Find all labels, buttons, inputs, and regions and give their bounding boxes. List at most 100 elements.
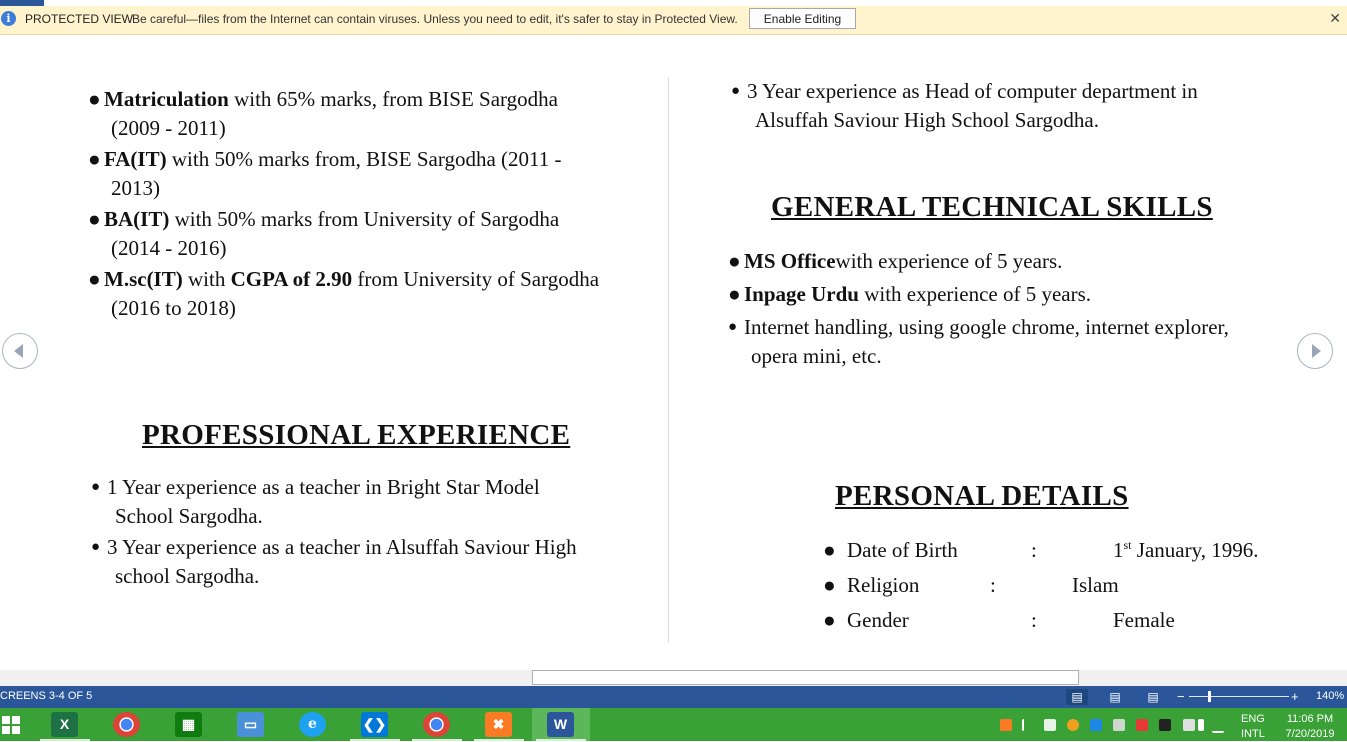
personal-details-heading: PERSONAL DETAILS — [835, 480, 1129, 512]
status-bar: CREENS 3-4 OF 5 ▤ ▤ ▤ − + 140% — [0, 686, 1347, 708]
zoom-slider-thumb[interactable] — [1208, 691, 1211, 702]
skill-item: ● MS Officewith experience of 5 years. — [728, 247, 1062, 276]
experience-item: ● 3 Year experience as Head of computer … — [731, 77, 1198, 135]
next-screen-button[interactable] — [1297, 333, 1333, 369]
network-device-icon[interactable] — [1159, 719, 1171, 731]
skill-name: MS Office — [744, 249, 836, 273]
degree-detail: with 50% marks from University of Sargod… — [169, 207, 560, 231]
arrow-right-icon — [1312, 344, 1321, 358]
zoom-level[interactable]: 140% — [1316, 690, 1344, 702]
personal-value: Islam — [1072, 573, 1119, 597]
document-reading-view: ● Matriculation with 65% marks, from BIS… — [0, 35, 1347, 670]
taskbar-app-internet-explorer[interactable]: e — [284, 708, 342, 741]
device-icon[interactable] — [1113, 719, 1125, 731]
bullet-icon: ● — [91, 539, 101, 555]
app-tray-icon[interactable] — [1136, 719, 1148, 731]
taskbar-app-word[interactable]: W — [532, 708, 590, 741]
personal-value-text: January, 1996. — [1131, 538, 1259, 562]
screen-counter: CREENS 3-4 OF 5 — [0, 690, 93, 702]
degree-detail: from University of Sargodha — [352, 267, 600, 291]
internet-explorer-icon: e — [299, 712, 326, 737]
technical-skills-heading: GENERAL TECHNICAL SKILLS — [771, 191, 1213, 223]
bullet-icon: ● — [88, 207, 101, 231]
personal-value-sup: st — [1123, 538, 1132, 552]
experience-text: Alsuffah Saviour High School Sargodha. — [755, 108, 1099, 132]
system-tray: ENG INTL 11:06 PM 7/20/2019 — [995, 708, 1347, 741]
taskbar-app-chrome[interactable] — [98, 708, 156, 741]
taskbar-app-excel[interactable]: X — [36, 708, 94, 741]
zoom-out-button[interactable]: − — [1177, 689, 1185, 704]
excel-icon: X — [51, 712, 78, 737]
personal-separator: : — [1031, 608, 1037, 632]
update-icon[interactable] — [1067, 719, 1079, 731]
print-layout-icon[interactable]: ▤ — [1104, 689, 1126, 705]
skill-detail: Internet handling, using google chrome, … — [744, 315, 1229, 339]
protected-view-bar: i PROTECTED VIEW Be careful—files from t… — [0, 6, 1347, 35]
bullet-icon: ● — [728, 249, 741, 273]
cgpa: CGPA of 2.90 — [230, 267, 353, 291]
vscode-icon: ❮❯ — [361, 712, 388, 737]
flag-icon[interactable] — [1022, 719, 1036, 731]
skill-item: ● Internet handling, using google chrome… — [728, 313, 1229, 371]
professional-experience-heading: PROFESSIONAL EXPERIENCE — [142, 419, 571, 451]
bullet-icon: ● — [823, 573, 836, 597]
web-layout-icon[interactable]: ▤ — [1142, 689, 1164, 705]
experience-text: school Sargodha. — [115, 564, 260, 588]
taskbar-app-xampp[interactable]: ✖ — [470, 708, 528, 741]
degree-years: (2016 to 2018) — [111, 296, 236, 320]
read-mode-icon[interactable]: ▤ — [1066, 689, 1088, 705]
clock[interactable]: 11:06 PM 7/20/2019 — [1282, 712, 1338, 742]
language-code: ENG — [1241, 713, 1265, 725]
degree-detail: with 50% marks from, BISE Sargodha (2011… — [166, 147, 562, 171]
volume-icon[interactable] — [1044, 719, 1056, 731]
taskbar-app-this-pc[interactable]: ▭ — [222, 708, 280, 741]
zoom-slider[interactable] — [1189, 696, 1289, 697]
xampp-tray-icon[interactable] — [1000, 719, 1012, 731]
bullet-icon: ● — [731, 83, 741, 99]
personal-separator: : — [1031, 538, 1037, 562]
keyboard-layout: INTL — [1241, 728, 1265, 740]
start-button[interactable] — [0, 708, 30, 741]
personal-label: Date of Birth — [847, 538, 958, 562]
degree-detail: with — [182, 267, 231, 291]
cloud-icon[interactable] — [1090, 719, 1102, 731]
experience-text: 3 Year experience as a teacher in Alsuff… — [107, 535, 577, 559]
personal-separator: : — [990, 573, 996, 597]
degree-years: 2013) — [111, 176, 160, 200]
taskbar-app-store[interactable]: ▦ — [160, 708, 218, 741]
skill-item: ● Inpage Urdu with experience of 5 years… — [728, 280, 1091, 309]
bullet-icon: ● — [728, 282, 741, 306]
info-icon: i — [1, 11, 16, 26]
previous-screen-button[interactable] — [2, 333, 38, 369]
degree-years: (2014 - 2016) — [111, 236, 227, 260]
degree-name: Matriculation — [104, 87, 229, 111]
battery-icon[interactable] — [1198, 719, 1204, 731]
education-item: ● BA(IT) with 50% marks from University … — [88, 205, 559, 263]
clock-date: 7/20/2019 — [1285, 728, 1335, 740]
personal-label: Gender — [847, 608, 909, 632]
bullet-icon: ● — [91, 479, 101, 495]
personal-label: Religion — [847, 573, 920, 597]
bullet-icon: ● — [88, 147, 101, 171]
education-item: ● Matriculation with 65% marks, from BIS… — [88, 85, 558, 143]
chrome-icon — [113, 712, 140, 737]
zoom-in-button[interactable]: + — [1291, 689, 1299, 704]
signal-icon[interactable] — [1212, 719, 1224, 733]
personal-value-num: 1 — [1113, 538, 1124, 562]
protected-view-title: PROTECTED VIEW — [25, 12, 134, 26]
horizontal-scrollbar[interactable] — [532, 670, 1079, 685]
taskbar-app-chrome-2[interactable] — [408, 708, 466, 741]
page-divider — [668, 77, 669, 643]
computer-icon: ▭ — [237, 712, 264, 737]
skill-detail: with experience of 5 years. — [858, 282, 1092, 306]
close-icon[interactable]: ✕ — [1329, 10, 1341, 27]
taskbar-app-vscode[interactable]: ❮❯ — [346, 708, 404, 741]
language-indicator[interactable]: ENG INTL — [1241, 712, 1265, 742]
degree-name: FA(IT) — [104, 147, 167, 171]
skill-detail: with experience of 5 years. — [835, 249, 1063, 273]
degree-name: M.sc(IT) — [104, 267, 183, 291]
enable-editing-button[interactable]: Enable Editing — [749, 8, 856, 29]
experience-text: 3 Year experience as Head of computer de… — [747, 79, 1198, 103]
bullet-icon: ● — [823, 538, 836, 562]
tool-icon[interactable] — [1183, 719, 1195, 731]
